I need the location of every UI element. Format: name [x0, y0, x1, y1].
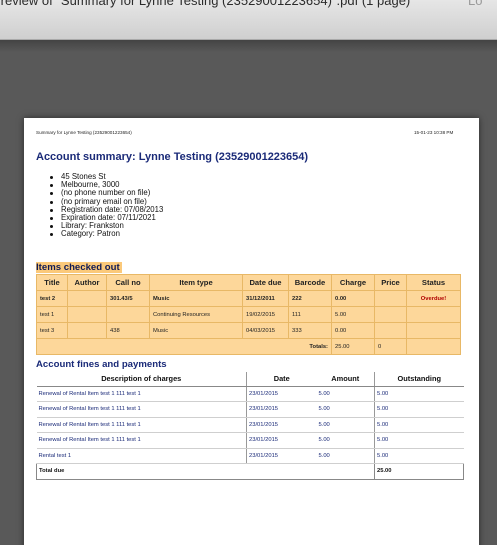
fines-header-row: Description of charges Date Amount Outst… — [36, 372, 464, 387]
col-barcode: Barcode — [288, 274, 332, 291]
col-date: Date — [246, 372, 317, 387]
cell-price — [374, 290, 407, 307]
cell-barcode: 222 — [288, 290, 332, 307]
col-charge: Charge — [331, 274, 375, 291]
cell-itemtype: Music — [149, 322, 243, 339]
cell-date: 23/01/2015 — [246, 401, 317, 418]
cell-amount: 5.00 — [316, 386, 375, 402]
col-datedue: Date due — [242, 274, 289, 291]
cell-amount: 5.00 — [316, 432, 375, 449]
cell-charge: 5.00 — [331, 306, 375, 323]
patron-info-list: 45 Stones St Melbourne, 3000 (no phone n… — [49, 172, 163, 239]
cell-outstanding: 5.00 — [374, 417, 464, 433]
totals-status — [406, 338, 461, 355]
cell-date: 23/01/2015 — [246, 448, 317, 464]
items-checked-out-heading: Items checked out — [36, 262, 122, 273]
cell-itemtype: Music — [149, 290, 243, 307]
cell-description: Renewal of Rental Item test 1 111 test 1 — [36, 417, 247, 433]
window-title-overflow: Lo — [468, 0, 483, 8]
totals-label: Totals: — [36, 338, 332, 355]
fines-total-row: Total due 25.00 — [36, 463, 464, 480]
cell-description: Renewal of Rental Item test 1 111 test 1 — [36, 432, 247, 449]
cell-charge: 0.00 — [331, 290, 375, 307]
table-row: test 2 301.43/5 Music 31/12/2011 222 0.0… — [36, 290, 461, 307]
cell-status — [406, 322, 461, 339]
totals-charge: 25.00 — [331, 338, 375, 355]
cell-date: 23/01/2015 — [246, 432, 317, 449]
cell-outstanding: 5.00 — [374, 401, 464, 418]
table-row: test 1 Continuing Resources 19/02/2015 1… — [36, 306, 461, 323]
total-due-label: Total due — [36, 463, 375, 480]
window-title: Preview of "Summary for Lynne Testing (2… — [0, 0, 411, 8]
table-row: Renewal of Rental Item test 1 111 test 1… — [36, 386, 464, 402]
cell-description: Rental test 1 — [36, 448, 247, 464]
window-titlebar[interactable]: Preview of "Summary for Lynne Testing (2… — [0, 0, 497, 40]
col-author: Author — [67, 274, 107, 291]
page-header-right: 15-01-23 10:38 PM — [414, 130, 454, 135]
cell-price — [374, 322, 407, 339]
cell-charge: 0.00 — [331, 322, 375, 339]
cell-barcode: 333 — [288, 322, 332, 339]
cell-amount: 5.00 — [316, 417, 375, 433]
cell-title: test 2 — [36, 290, 68, 307]
cell-itemtype: Continuing Resources — [149, 306, 243, 323]
toolbar-shadow — [0, 40, 497, 52]
pdf-page: Summary for Lynne Testing (2352900122365… — [24, 118, 479, 545]
cell-description: Renewal of Rental Item test 1 111 test 1 — [36, 386, 247, 402]
cell-description: Renewal of Rental Item test 1 111 test 1 — [36, 401, 247, 418]
col-status: Status — [406, 274, 461, 291]
table-row: Renewal of Rental Item test 1 111 test 1… — [36, 417, 464, 433]
cell-callno: 438 — [106, 322, 150, 339]
page-header-left: Summary for Lynne Testing (2352900122365… — [36, 130, 132, 135]
col-outstanding: Outstanding — [374, 372, 464, 387]
table-row: Rental test 1 23/01/2015 5.00 5.00 — [36, 448, 464, 464]
cell-author — [67, 290, 107, 307]
cell-date: 23/01/2015 — [246, 417, 317, 433]
table-row: Renewal of Rental Item test 1 111 test 1… — [36, 401, 464, 418]
cell-outstanding: 5.00 — [374, 448, 464, 464]
total-due-value: 25.00 — [374, 463, 464, 480]
col-title: Title — [36, 274, 68, 291]
cell-title: test 3 — [36, 322, 68, 339]
fines-table: Description of charges Date Amount Outst… — [36, 372, 464, 480]
cell-price — [374, 306, 407, 323]
table-row: Renewal of Rental Item test 1 111 test 1… — [36, 432, 464, 449]
col-amount: Amount — [316, 372, 375, 387]
cell-callno — [106, 306, 150, 323]
cell-author — [67, 306, 107, 323]
cell-barcode: 111 — [288, 306, 332, 323]
cell-outstanding: 5.00 — [374, 386, 464, 402]
page-title: Account summary: Lynne Testing (23529001… — [36, 151, 309, 163]
cell-title: test 1 — [36, 306, 68, 323]
cell-datedue: 19/02/2015 — [242, 306, 289, 323]
items-header-row: Title Author Call no Item type Date due … — [36, 274, 461, 291]
fines-heading: Account fines and payments — [36, 359, 167, 370]
totals-price: 0 — [374, 338, 407, 355]
info-category: Category: Patron — [49, 230, 163, 238]
cell-datedue: 31/12/2011 — [242, 290, 289, 307]
cell-amount: 5.00 — [316, 401, 375, 418]
col-description: Description of charges — [36, 372, 247, 387]
items-checked-out-table: Title Author Call no Item type Date due … — [36, 274, 461, 355]
cell-callno: 301.43/5 — [106, 290, 150, 307]
cell-status-overdue: Overdue! — [406, 290, 461, 307]
cell-amount: 5.00 — [316, 448, 375, 464]
col-price: Price — [374, 274, 407, 291]
col-itemtype: Item type — [149, 274, 243, 291]
items-totals-row: Totals: 25.00 0 — [36, 338, 461, 355]
cell-author — [67, 322, 107, 339]
table-row: test 3 438 Music 04/03/2015 333 0.00 — [36, 322, 461, 339]
col-callno: Call no — [106, 274, 150, 291]
cell-date: 23/01/2015 — [246, 386, 317, 402]
cell-datedue: 04/03/2015 — [242, 322, 289, 339]
cell-outstanding: 5.00 — [374, 432, 464, 449]
cell-status — [406, 306, 461, 323]
